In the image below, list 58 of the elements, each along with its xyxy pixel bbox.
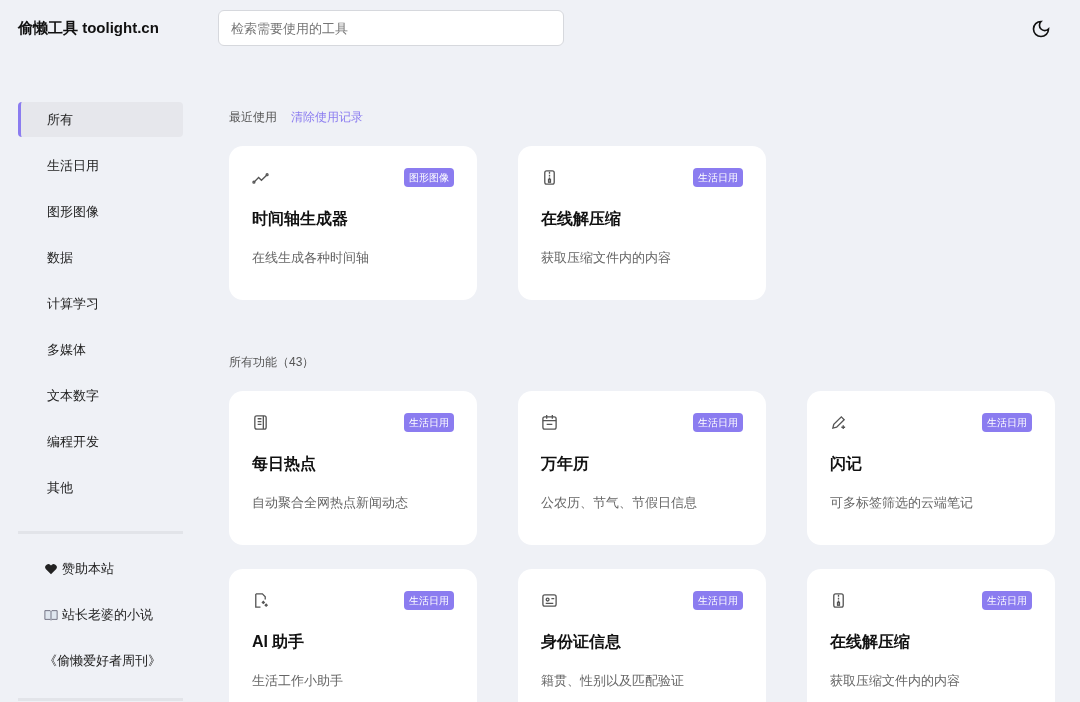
tool-title: 万年历 bbox=[541, 454, 590, 474]
tool-description: 籍贯、性别以及匹配验证 bbox=[541, 673, 685, 690]
sidebar-link[interactable]: 赞助本站 bbox=[62, 559, 114, 579]
sidebar-item[interactable]: 多媒体 bbox=[18, 332, 183, 367]
sidebar-item[interactable]: 数据 bbox=[18, 240, 183, 275]
category-tag: 生活日用 bbox=[982, 591, 1032, 610]
tool-description: 在线生成各种时间轴 bbox=[252, 250, 370, 267]
document-icon bbox=[252, 414, 269, 431]
sidebar-link[interactable]: 站长老婆的小说 bbox=[62, 605, 153, 625]
category-tag: 生活日用 bbox=[693, 413, 743, 432]
zip-file-icon bbox=[541, 169, 558, 186]
tool-card[interactable]: 生活日用 闪记 可多标签筛选的云端笔记 bbox=[807, 391, 1055, 545]
tool-card[interactable]: 生活日用 万年历 公农历、节气、节假日信息 bbox=[518, 391, 766, 545]
tool-description: 自动聚合全网热点新闻动态 bbox=[252, 495, 409, 512]
tool-title: 在线解压缩 bbox=[541, 209, 622, 229]
tool-description: 公农历、节气、节假日信息 bbox=[541, 495, 698, 512]
tool-title: 时间轴生成器 bbox=[252, 209, 349, 229]
search-field[interactable]: 检索需要使用的工具 bbox=[218, 10, 564, 46]
category-tag: 图形图像 bbox=[404, 168, 454, 187]
category-tag: 生活日用 bbox=[693, 591, 743, 610]
tool-description: 获取压缩文件内的内容 bbox=[541, 250, 672, 267]
tool-card[interactable]: 生活日用 在线解压缩 获取压缩文件内的内容 bbox=[807, 569, 1055, 702]
tool-description: 获取压缩文件内的内容 bbox=[830, 673, 961, 690]
tool-title: 在线解压缩 bbox=[830, 632, 911, 652]
tool-description: 可多标签筛选的云端笔记 bbox=[830, 495, 974, 512]
zip-file-icon bbox=[830, 592, 847, 609]
sparkle-file-icon bbox=[252, 592, 269, 609]
sidebar-item[interactable]: 文本数字 bbox=[18, 378, 183, 413]
book-icon bbox=[44, 608, 58, 622]
moon-icon[interactable] bbox=[1031, 18, 1051, 39]
sidebar-item[interactable]: 生活日用 bbox=[18, 148, 183, 183]
category-tag: 生活日用 bbox=[404, 413, 454, 432]
tool-card[interactable]: 生活日用 身份证信息 籍贯、性别以及匹配验证 bbox=[518, 569, 766, 702]
calendar-icon bbox=[541, 414, 558, 431]
tool-card[interactable]: 生活日用 AI 助手 生活工作小助手 bbox=[229, 569, 477, 702]
tool-card[interactable]: 图形图像 时间轴生成器 在线生成各种时间轴 bbox=[229, 146, 477, 300]
sidebar-item[interactable]: 所有 bbox=[18, 102, 183, 137]
tool-title: 每日热点 bbox=[252, 454, 317, 474]
category-tag: 生活日用 bbox=[404, 591, 454, 610]
tool-card[interactable]: 生活日用 在线解压缩 获取压缩文件内的内容 bbox=[518, 146, 766, 300]
tool-card[interactable]: 生活日用 每日热点 自动聚合全网热点新闻动态 bbox=[229, 391, 477, 545]
sidebar-link[interactable]: 《偷懒爱好者周刊》 bbox=[44, 651, 161, 671]
tool-title: 闪记 bbox=[830, 454, 863, 474]
sidebar-item[interactable]: 其他 bbox=[18, 470, 183, 505]
id-card-icon bbox=[541, 592, 558, 609]
tool-description: 生活工作小助手 bbox=[252, 673, 344, 690]
heart-icon bbox=[44, 562, 58, 576]
pencil-icon bbox=[830, 414, 847, 431]
sidebar-item[interactable]: 计算学习 bbox=[18, 286, 183, 321]
category-tag: 生活日用 bbox=[693, 168, 743, 187]
tool-title: AI 助手 bbox=[252, 632, 306, 652]
tool-title: 身份证信息 bbox=[541, 632, 622, 652]
site-logo[interactable]: 偷懒工具 toolight.cn bbox=[18, 16, 218, 40]
sidebar-item[interactable]: 编程开发 bbox=[18, 424, 183, 459]
section-title: 最近使用 bbox=[229, 109, 277, 126]
section-title: 所有功能（43） bbox=[229, 354, 315, 371]
category-tag: 生活日用 bbox=[982, 413, 1032, 432]
sidebar-item[interactable]: 图形图像 bbox=[18, 194, 183, 229]
